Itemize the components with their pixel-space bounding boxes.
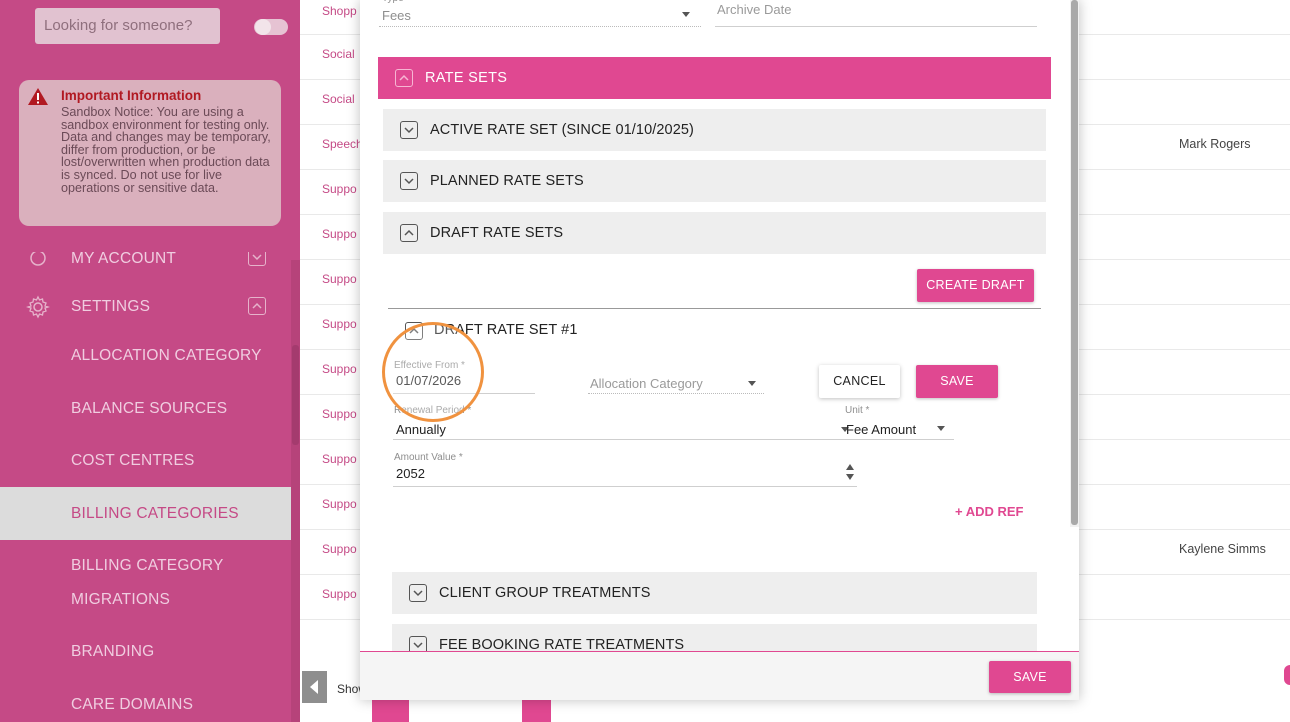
rate-sets-header[interactable]: RATE SETS	[378, 57, 1051, 99]
sidebar-scrollbar-thumb[interactable]	[292, 345, 299, 445]
table-cell: Kaylene Simms	[1179, 542, 1266, 556]
table-cell: Speech	[322, 137, 363, 151]
allocation-category-underline	[588, 393, 764, 394]
active-rate-set-accordion[interactable]: ACTIVE RATE SET (SINCE 01/10/2025)	[383, 109, 1046, 151]
footer-save-button[interactable]: SAVE	[989, 661, 1071, 693]
type-underline	[379, 26, 701, 27]
sidebar-item-billing-categories[interactable]: BILLING CATEGORIES	[0, 487, 291, 540]
table-cell: Suppo	[322, 272, 357, 286]
sidebar-item-cost-centres[interactable]: COST CENTRES	[0, 452, 291, 472]
chevron-left-icon	[310, 680, 318, 694]
renewal-period-underline	[393, 439, 857, 440]
sidebar-item-billing-category-migrations[interactable]: BILLING CATEGORY MIGRATIONS	[0, 557, 291, 613]
chevron-down-icon[interactable]	[400, 172, 418, 190]
amount-value-underline	[393, 486, 857, 487]
table-cell: Suppo	[322, 587, 357, 601]
chevron-down-icon	[248, 252, 266, 266]
chevron-up-icon[interactable]	[395, 69, 413, 87]
sidebar-item-balance-sources[interactable]: BALANCE SOURCES	[0, 400, 291, 420]
table-cell: Suppo	[322, 317, 357, 331]
table-cell: Shopp	[322, 4, 357, 18]
sidebar-item-label: ALLOCATION CATEGORY	[71, 347, 262, 364]
table-cell: Social	[322, 47, 355, 61]
sidebar-item-label: MY ACCOUNT	[71, 252, 177, 267]
sidebar-item-label: SETTINGS	[71, 298, 151, 315]
sidebar-scrollbar[interactable]	[291, 260, 300, 722]
sidebar-item-label: COST CENTRES	[71, 452, 195, 469]
chevron-up-icon[interactable]	[400, 224, 418, 242]
info-text: Sandbox Notice: You are using a sandbox …	[61, 105, 271, 195]
client-group-treatments-accordion[interactable]: CLIENT GROUP TREATMENTS	[392, 572, 1037, 614]
modal-scrollbar-thumb[interactable]	[1071, 0, 1078, 525]
important-info-box: Important Information Sandbox Notice: Yo…	[19, 80, 281, 226]
sidebar-item-my-account[interactable]: MY ACCOUNT	[0, 252, 291, 272]
draft-rate-sets-label: DRAFT RATE SETS	[430, 225, 564, 241]
highlight-circle	[382, 322, 484, 422]
help-launcher[interactable]	[1284, 665, 1290, 685]
planned-rate-sets-accordion[interactable]: PLANNED RATE SETS	[383, 160, 1046, 202]
sidebar-item-branding[interactable]: BRANDING	[0, 643, 291, 663]
create-draft-button[interactable]: CREATE DRAFT	[917, 269, 1034, 302]
sidebar-item-label: BALANCE SOURCES	[71, 400, 228, 417]
sidebar-item-label: MIGRATIONS	[71, 591, 171, 608]
caret-down-icon	[682, 12, 690, 17]
caret-down-icon	[937, 426, 945, 431]
sidebar-item-settings[interactable]: SETTINGS	[0, 295, 291, 319]
archive-date-underline	[715, 26, 1037, 27]
search-input[interactable]: Looking for someone?	[35, 8, 220, 44]
caret-down-icon	[748, 381, 756, 386]
amount-value-label: Amount Value *	[394, 452, 463, 463]
renewal-period-select[interactable]: Annually	[396, 422, 446, 437]
table-cell: Suppo	[322, 542, 357, 556]
table-cell: Mark Rogers	[1179, 137, 1251, 151]
sidebar-item-label: BILLING CATEGORIES	[71, 505, 239, 522]
draft-divider	[388, 308, 1041, 309]
table-cell: Suppo	[322, 407, 357, 421]
rate-sets-title: RATE SETS	[425, 70, 508, 86]
chevron-up-icon	[248, 297, 266, 315]
pagination-bar	[522, 700, 551, 722]
sidebar-item-care-domains[interactable]: CARE DOMAINS	[0, 696, 291, 716]
type-value[interactable]: Fees	[382, 8, 411, 23]
table-cell: Suppo	[322, 227, 357, 241]
amount-value-input[interactable]: 2052	[396, 466, 425, 481]
table-cell: Suppo	[322, 362, 357, 376]
sidebar-toggle[interactable]	[254, 19, 288, 35]
sidebar: Looking for someone? Important Informati…	[0, 0, 300, 722]
save-draft-button[interactable]: SAVE	[916, 365, 998, 398]
add-ref-link[interactable]: + ADD REF	[955, 504, 1024, 519]
table-cell: Suppo	[322, 182, 357, 196]
active-rate-set-label: ACTIVE RATE SET (SINCE 01/10/2025)	[430, 122, 694, 138]
unit-select[interactable]: Fee Amount	[846, 422, 916, 437]
unit-underline	[844, 439, 954, 440]
warning-icon	[28, 88, 48, 105]
pagination-bar	[372, 700, 409, 722]
chevron-down-icon[interactable]	[400, 121, 418, 139]
unit-label: Unit *	[845, 405, 870, 416]
table-cell: Suppo	[322, 452, 357, 466]
draft-rate-sets-accordion[interactable]: DRAFT RATE SETS	[383, 212, 1046, 254]
info-title: Important Information	[61, 88, 202, 103]
sidebar-item-label: BRANDING	[71, 643, 155, 660]
chevron-down-icon[interactable]	[409, 584, 427, 602]
table-cell: Suppo	[322, 497, 357, 511]
modal-footer: SAVE	[360, 651, 1079, 700]
sidebar-item-allocation-category[interactable]: ALLOCATION CATEGORY	[0, 347, 291, 367]
allocation-category-select[interactable]: Allocation Category	[590, 376, 703, 391]
pager-prev-button[interactable]	[302, 671, 327, 703]
account-icon	[30, 252, 46, 266]
planned-rate-sets-label: PLANNED RATE SETS	[430, 173, 584, 189]
type-label: Type	[382, 0, 404, 4]
sidebar-item-label: BILLING CATEGORY	[71, 557, 224, 574]
gear-icon	[26, 295, 50, 319]
archive-date-field[interactable]: Archive Date	[717, 2, 791, 17]
number-stepper-icon[interactable]	[845, 463, 855, 481]
cancel-button[interactable]: CANCEL	[819, 365, 900, 398]
sidebar-item-label: CARE DOMAINS	[71, 696, 194, 713]
table-cell: Social	[322, 92, 355, 106]
client-group-treatments-label: CLIENT GROUP TREATMENTS	[439, 585, 651, 601]
